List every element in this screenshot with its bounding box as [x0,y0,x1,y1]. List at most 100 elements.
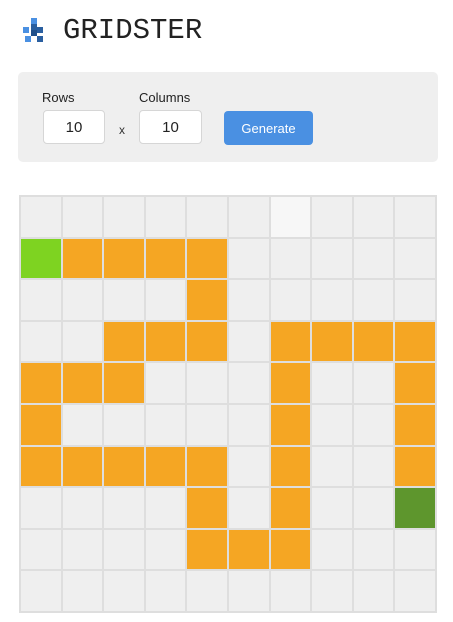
grid-cell[interactable] [353,446,394,487]
grid-cell[interactable] [62,571,103,611]
grid-cell-path[interactable] [353,321,394,362]
grid-cell[interactable] [312,571,352,611]
grid-cell[interactable] [395,280,435,320]
grid-cell[interactable] [395,529,435,570]
grid-cell[interactable] [228,446,269,487]
grid-cell[interactable] [228,321,269,362]
grid-cell-hover[interactable] [270,197,311,237]
grid-cell[interactable] [312,280,352,320]
grid-cell[interactable] [312,446,352,487]
grid-cell[interactable] [21,280,61,320]
grid-cell-path[interactable] [145,321,186,362]
grid-cell[interactable] [395,571,435,611]
grid-cell-path[interactable] [187,446,227,487]
grid-cell[interactable] [353,488,394,528]
grid-cell[interactable] [395,238,435,279]
grid-cell-path[interactable] [228,529,269,570]
grid-cell[interactable] [270,238,311,279]
grid-cell-path[interactable] [395,404,435,445]
grid-cell[interactable] [21,488,61,528]
grid-cell[interactable] [21,529,61,570]
grid-cell[interactable] [187,363,227,403]
grid-cell[interactable] [145,571,186,611]
grid-cell[interactable] [228,363,269,403]
grid-cell-path[interactable] [104,363,144,403]
grid-cell-path[interactable] [270,446,311,487]
grid-cell[interactable] [353,363,394,403]
grid-cell[interactable] [145,363,186,403]
grid-cell[interactable] [353,197,394,237]
grid-cell[interactable] [353,238,394,279]
grid-cell-path[interactable] [21,404,61,445]
grid-cell-path[interactable] [395,321,435,362]
grid-cell-start[interactable] [21,238,61,279]
grid-cell-path[interactable] [270,488,311,528]
grid-cell[interactable] [228,197,269,237]
grid-cell[interactable] [21,571,61,611]
grid-cell[interactable] [104,488,144,528]
grid-cell[interactable] [353,529,394,570]
grid-cell-path[interactable] [395,363,435,403]
grid-cell-path[interactable] [187,488,227,528]
grid-cell[interactable] [187,404,227,445]
grid-cell[interactable] [228,571,269,611]
grid-cell[interactable] [21,321,61,362]
grid-cell[interactable] [187,571,227,611]
grid-cell-path[interactable] [21,363,61,403]
grid-cell[interactable] [104,404,144,445]
grid-cell[interactable] [62,280,103,320]
grid-cell[interactable] [228,488,269,528]
grid-cell-path[interactable] [104,238,144,279]
grid-cell[interactable] [145,529,186,570]
grid-cell[interactable] [62,488,103,528]
grid-cell[interactable] [62,321,103,362]
grid-cell-path[interactable] [270,404,311,445]
grid-cell[interactable] [353,404,394,445]
grid-cell[interactable] [145,404,186,445]
generate-button[interactable]: Generate [224,111,313,145]
grid-cell[interactable] [104,571,144,611]
grid-cell[interactable] [104,197,144,237]
grid-cell[interactable] [145,488,186,528]
grid-cell[interactable] [104,529,144,570]
grid-cell-path[interactable] [145,238,186,279]
grid-cell[interactable] [62,529,103,570]
grid-cell[interactable] [312,238,352,279]
grid-cell[interactable] [395,197,435,237]
grid-cell[interactable] [21,197,61,237]
grid-cell-end[interactable] [395,488,435,528]
grid-cell-path[interactable] [270,529,311,570]
grid-cell[interactable] [228,404,269,445]
grid-cell-path[interactable] [187,280,227,320]
grid-cell[interactable] [270,280,311,320]
grid-cell-path[interactable] [62,363,103,403]
grid-cell-path[interactable] [187,238,227,279]
grid-cell-path[interactable] [187,321,227,362]
grid-cell[interactable] [145,280,186,320]
grid-cell[interactable] [270,571,311,611]
grid-cell[interactable] [312,197,352,237]
grid-cell-path[interactable] [187,529,227,570]
grid-cell-path[interactable] [145,446,186,487]
grid-cell[interactable] [145,197,186,237]
grid-cell-path[interactable] [62,238,103,279]
grid-cell-path[interactable] [312,321,352,362]
grid-cell[interactable] [312,363,352,403]
grid-cell[interactable] [228,238,269,279]
grid-cell-path[interactable] [270,321,311,362]
grid-cell[interactable] [353,280,394,320]
grid-cell[interactable] [62,197,103,237]
grid-cell-path[interactable] [21,446,61,487]
grid-cell[interactable] [187,197,227,237]
columns-input[interactable] [139,110,202,144]
grid-cell-path[interactable] [104,446,144,487]
grid-cell[interactable] [353,571,394,611]
grid-cell[interactable] [228,280,269,320]
grid-cell-path[interactable] [395,446,435,487]
grid-cell[interactable] [312,404,352,445]
grid-cell[interactable] [104,280,144,320]
grid-cell-path[interactable] [270,363,311,403]
grid-cell[interactable] [62,404,103,445]
grid-cell[interactable] [312,488,352,528]
grid-cell-path[interactable] [104,321,144,362]
